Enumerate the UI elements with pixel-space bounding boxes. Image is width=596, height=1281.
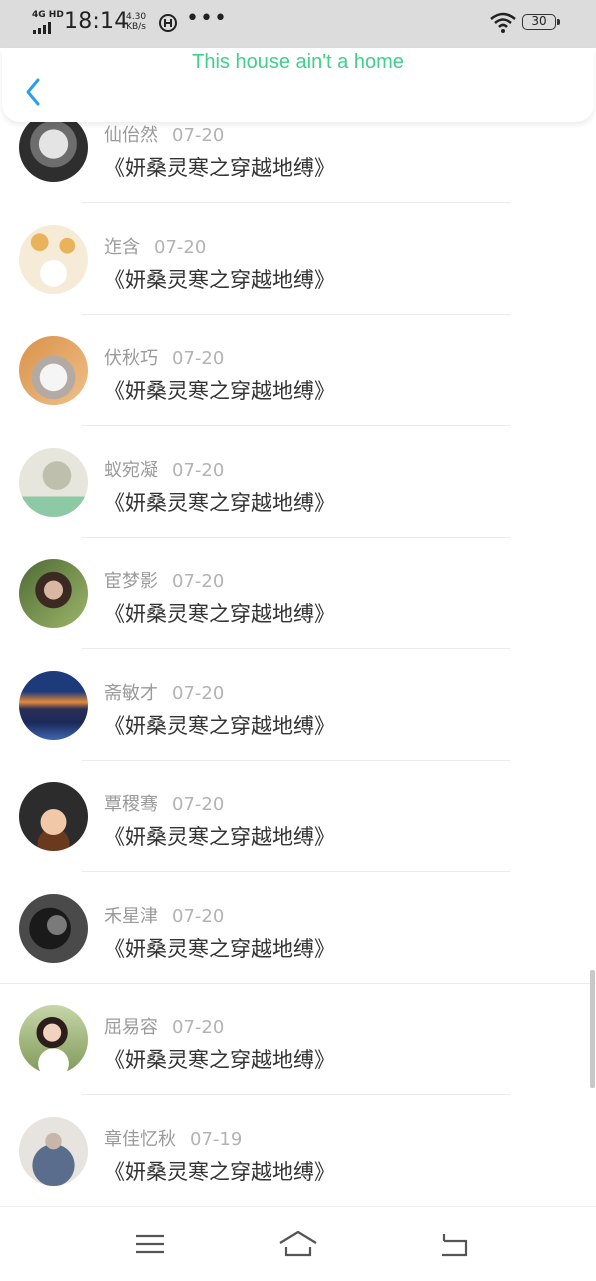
divider [82,871,510,872]
list-item[interactable]: 禾星津 07-20 《妍桑灵寒之穿越地缚》 [0,890,596,1001]
avatar [19,113,88,182]
avatar [19,894,88,963]
user-name: 仙佁然 [104,125,158,146]
network-speed: 4.30 KB/s [126,12,146,32]
signal-icon [33,22,51,34]
user-name: 禾星津 [104,906,158,927]
avatar [19,559,88,628]
avatar [19,1117,88,1186]
network-indicator: 4G HD [32,10,64,20]
divider [82,425,510,426]
list-item[interactable]: 仙佁然 07-20 《妍桑灵寒之穿越地缚》 [0,110,596,221]
battery-icon: 30 [522,14,560,30]
avatar [19,225,88,294]
item-date: 07-20 [172,125,225,146]
more-notifications-icon: ••• [186,6,228,31]
book-title: 《妍桑灵寒之穿越地缚》 [104,491,335,515]
page-title: This house ain't a home [192,51,404,73]
list-item[interactable]: 覃稷骞 07-20 《妍桑灵寒之穿越地缚》 [0,778,596,889]
divider [82,648,510,649]
divider [82,760,510,761]
divider [82,314,510,315]
item-date: 07-20 [172,348,225,369]
item-meta: 伏秋巧 07-20 [104,344,224,370]
item-date: 07-20 [172,1017,225,1038]
menu-icon[interactable] [130,1229,170,1259]
list-item[interactable]: 蚁宛凝 07-20 《妍桑灵寒之穿越地缚》 [0,444,596,555]
item-date: 07-20 [172,683,225,704]
divider [82,202,510,203]
bottom-navigation [0,1206,596,1281]
item-date: 07-20 [172,794,225,815]
list-item[interactable]: 屈易容 07-20 《妍桑灵寒之穿越地缚》 [0,1001,596,1112]
item-meta: 宦梦影 07-20 [104,567,224,593]
user-name: 伏秋巧 [104,348,158,369]
avatar [19,448,88,517]
item-date: 07-19 [190,1129,243,1150]
user-name: 斋敏才 [104,683,158,704]
user-name: 屈易容 [104,1017,158,1038]
back-button[interactable] [16,72,52,112]
avatar [19,336,88,405]
home-icon[interactable] [278,1229,318,1259]
status-bar: 4G HD 18:14 4.30 KB/s ••• 30 [0,0,596,48]
clock: 18:14 [64,9,129,34]
book-title: 《妍桑灵寒之穿越地缚》 [104,379,335,403]
book-title: 《妍桑灵寒之穿越地缚》 [104,156,335,180]
book-title: 《妍桑灵寒之穿越地缚》 [104,1160,335,1184]
list-item[interactable]: 伏秋巧 07-20 《妍桑灵寒之穿越地缚》 [0,332,596,443]
list-item[interactable]: 宦梦影 07-20 《妍桑灵寒之穿越地缚》 [0,555,596,666]
item-meta: 蚁宛凝 07-20 [104,456,224,482]
list-item[interactable]: 斋敏才 07-20 《妍桑灵寒之穿越地缚》 [0,667,596,778]
user-name: 章佳忆秋 [104,1129,176,1150]
avatar [19,671,88,740]
avatar [19,782,88,851]
speed-value: 4.30 [126,12,147,22]
item-meta: 仙佁然 07-20 [104,121,224,147]
item-date: 07-20 [172,460,225,481]
scrollbar[interactable] [590,970,595,1088]
book-title: 《妍桑灵寒之穿越地缚》 [104,268,335,292]
item-meta: 迮含 07-20 [104,233,206,259]
user-name: 蚁宛凝 [104,460,158,481]
notification-icon [159,14,177,32]
item-date: 07-20 [154,237,207,258]
item-meta: 章佳忆秋 07-19 [104,1125,242,1151]
divider [82,537,510,538]
book-title: 《妍桑灵寒之穿越地缚》 [104,825,335,849]
speed-unit: KB/s [126,22,146,32]
page-header: This house ain't a home [2,48,594,122]
back-icon[interactable] [436,1229,476,1259]
avatar [19,1005,88,1074]
book-title: 《妍桑灵寒之穿越地缚》 [104,714,335,738]
user-name: 迮含 [104,237,140,258]
item-date: 07-20 [172,571,225,592]
user-name: 覃稷骞 [104,794,158,815]
divider [82,1094,510,1095]
wifi-icon [490,12,516,33]
item-date: 07-20 [172,906,225,927]
book-title: 《妍桑灵寒之穿越地缚》 [104,602,335,626]
book-title: 《妍桑灵寒之穿越地缚》 [104,937,335,961]
item-meta: 禾星津 07-20 [104,902,224,928]
item-meta: 覃稷骞 07-20 [104,790,224,816]
item-meta: 屈易容 07-20 [104,1013,224,1039]
user-name: 宦梦影 [104,571,158,592]
book-title: 《妍桑灵寒之穿越地缚》 [104,1048,335,1072]
list-item[interactable]: 迮含 07-20 《妍桑灵寒之穿越地缚》 [0,221,596,332]
divider [0,983,596,984]
item-meta: 斋敏才 07-20 [104,679,224,705]
